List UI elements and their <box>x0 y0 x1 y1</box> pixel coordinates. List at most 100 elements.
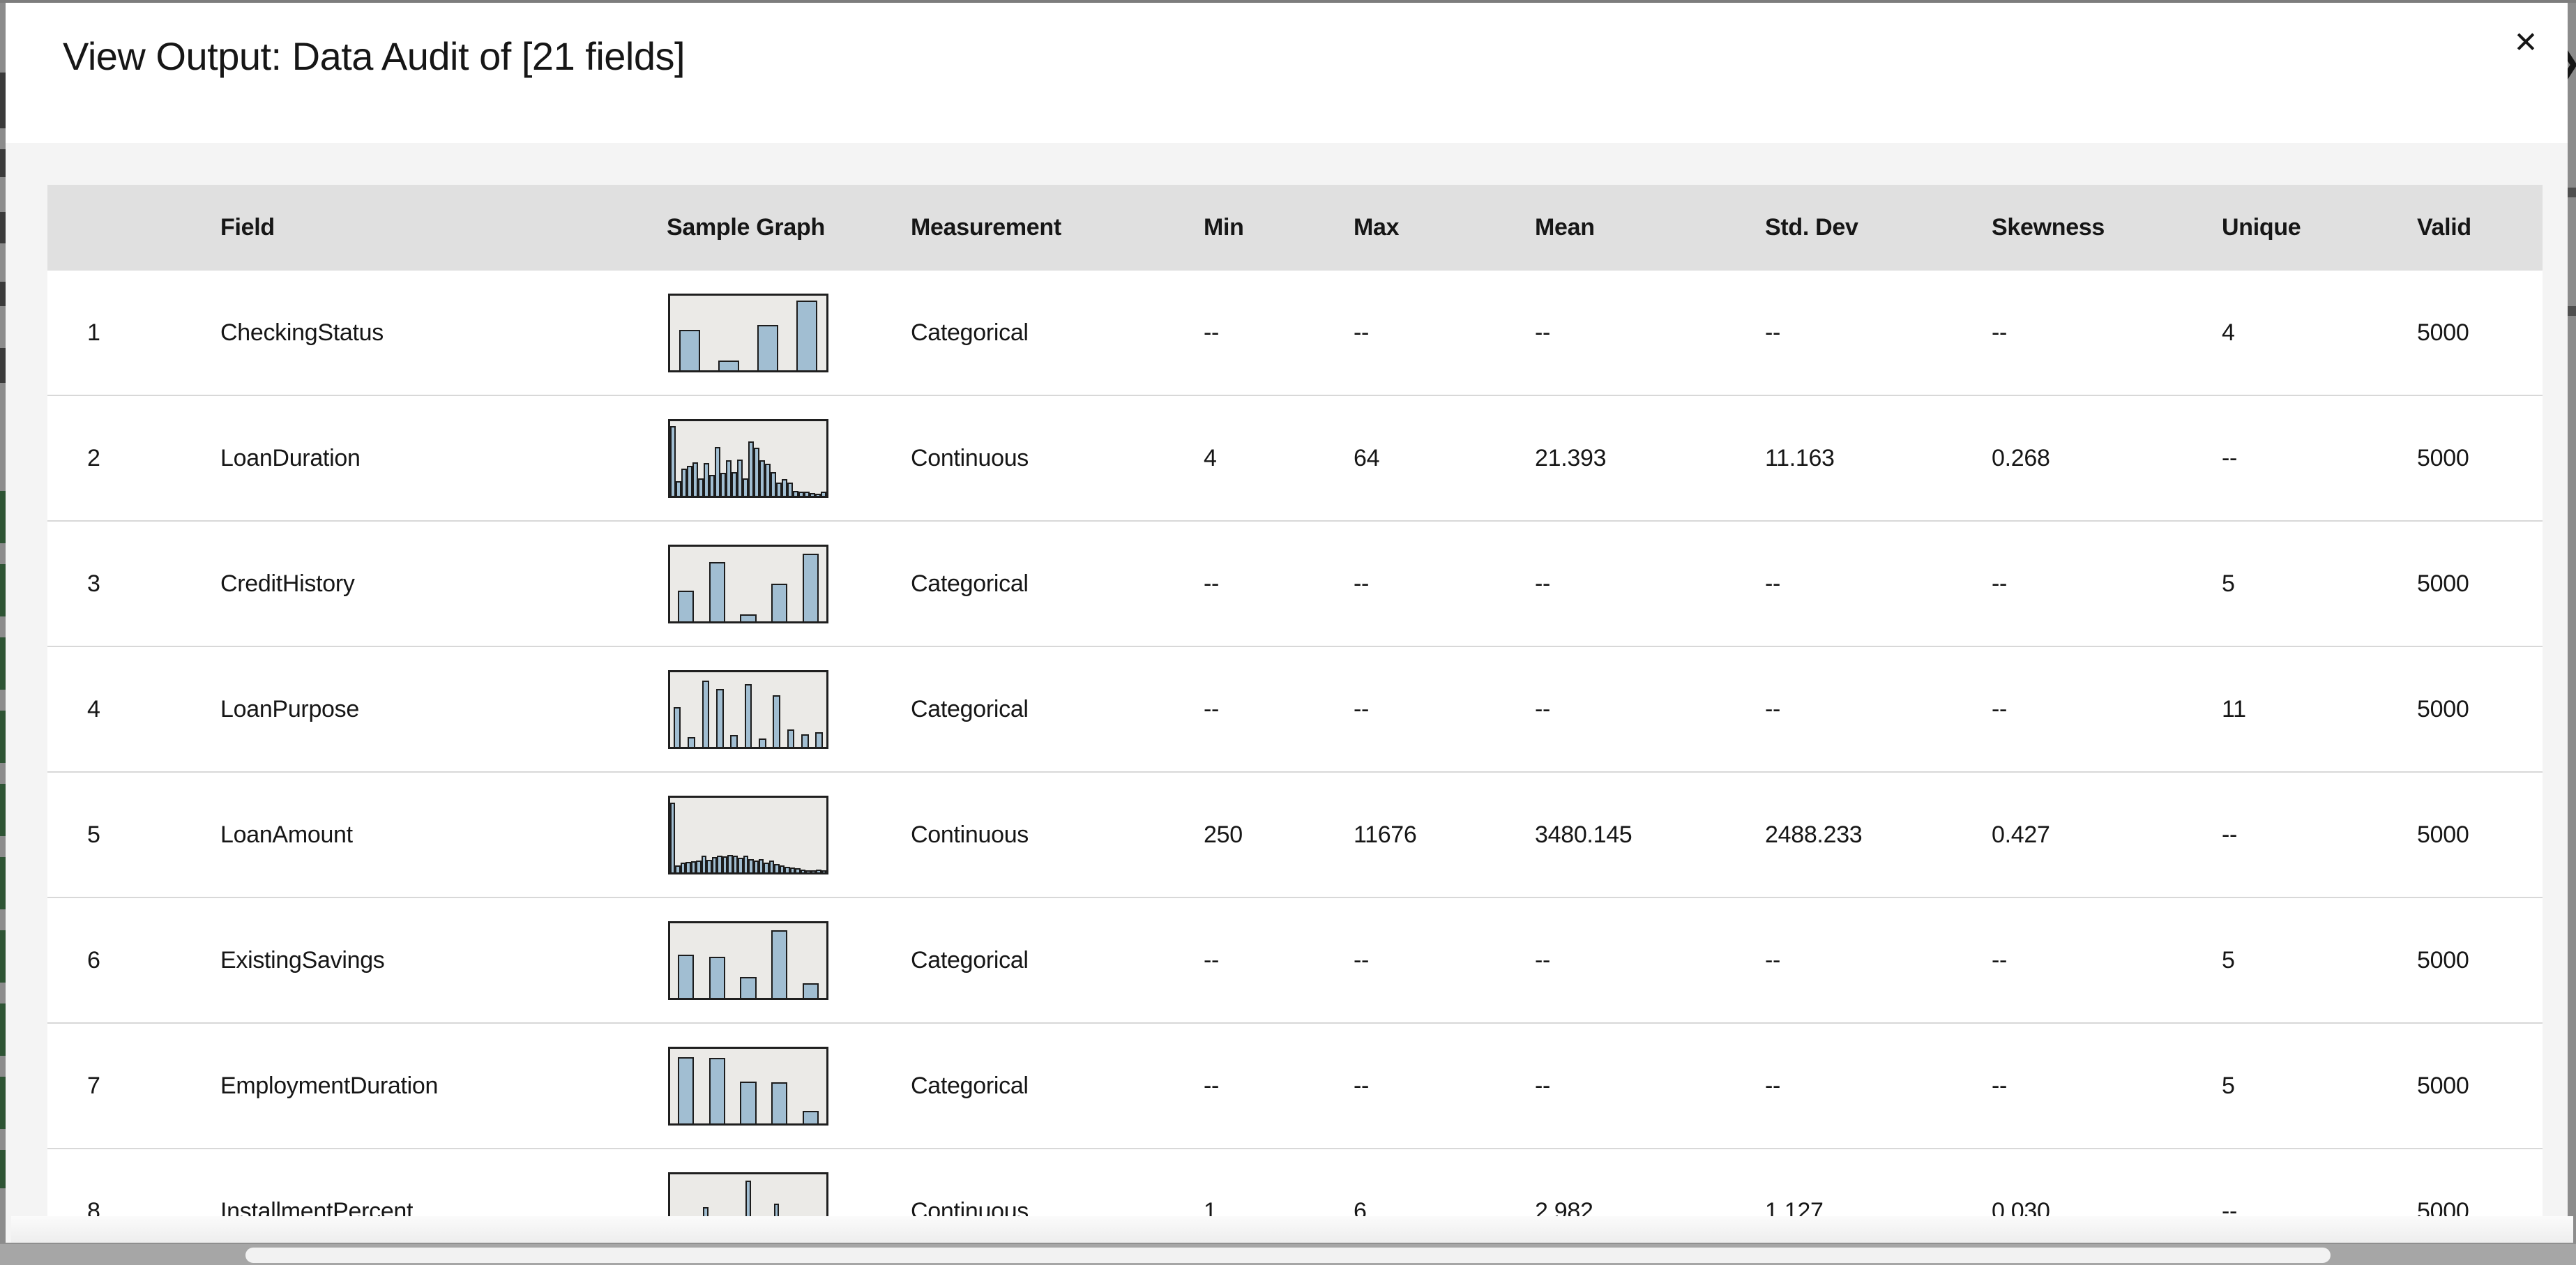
graph-bar-slot <box>798 672 812 747</box>
background-fragment <box>0 212 6 243</box>
table-row-LoanDuration: 2 LoanDuration Continuous 4 64 21.393 11.163 0.… <box>47 395 2543 520</box>
graph-bar-slot <box>812 1174 826 1217</box>
cell-std_dev: 2488.233 <box>1765 821 1863 848</box>
cell-measurement: Continuous <box>911 444 1029 471</box>
graph-bar <box>709 1057 725 1123</box>
graph-bar-slot <box>800 798 806 872</box>
graph-bar-slot <box>670 672 684 747</box>
cell-std_dev: -- <box>1765 1072 1781 1099</box>
graph-bar-slot <box>810 421 815 496</box>
cell-num: 4 <box>87 695 100 722</box>
graph-bar <box>753 860 759 872</box>
graph-bar <box>688 736 695 747</box>
cell-measurement: Continuous <box>911 821 1029 848</box>
graph-bar <box>709 561 725 621</box>
graph-bar-slot <box>727 1174 741 1217</box>
cell-valid: 5000 <box>2417 570 2469 597</box>
cell-num: 6 <box>87 946 100 974</box>
graph-bar-slot <box>684 1174 698 1217</box>
graph-bar <box>798 491 804 496</box>
graph-bar-slot <box>685 798 691 872</box>
graph-bar-slot <box>741 672 755 747</box>
graph-bar <box>774 863 780 872</box>
graph-bar <box>748 441 754 496</box>
modal-header: View Output: Data Audit of [21 fields] ✕ <box>6 3 2568 143</box>
graph-bar-slot <box>748 421 754 496</box>
graph-bar <box>706 859 712 872</box>
sample-graph-cell <box>656 921 900 1000</box>
background-fragment-green <box>0 784 6 836</box>
cell-valid: 5000 <box>2417 444 2469 471</box>
graph-bar <box>748 858 754 872</box>
sample-graph-cell <box>656 1046 900 1126</box>
cell-std_dev: 1.127 <box>1765 1197 1824 1217</box>
cell-max: -- <box>1354 1072 1370 1099</box>
cell-field: LoanPurpose <box>220 695 359 722</box>
graph-bar-slot <box>670 1049 702 1123</box>
graph-bar-slot <box>782 421 787 496</box>
table-row-CreditHistory: 3 CreditHistory Categorical -- -- -- -- -- 5 5000 <box>47 520 2543 646</box>
graph-bar-slot <box>764 1049 795 1123</box>
cell-mean: -- <box>1535 570 1551 597</box>
graph-bar <box>774 1203 780 1216</box>
cell-std_dev: -- <box>1765 319 1781 346</box>
cell-num: 1 <box>87 319 100 346</box>
graph-bar <box>744 683 752 747</box>
cell-measurement: Categorical <box>911 695 1029 722</box>
graph-bar-slot <box>821 798 827 872</box>
table-row-InstallmentPercent: 8 InstallmentPercent Continuous 1 6 2.982 1.12… <box>47 1148 2543 1216</box>
close-icon[interactable]: ✕ <box>2503 20 2548 64</box>
graph-bar <box>782 478 787 496</box>
graph-bar <box>717 855 722 872</box>
graph-bar <box>676 480 681 496</box>
graph-bar <box>696 860 702 872</box>
graph-bar-slot <box>764 547 795 621</box>
sample-graph-cell <box>656 544 900 623</box>
sample-graph-cell <box>656 1172 900 1217</box>
cell-skewness: -- <box>1992 1072 2008 1099</box>
graph-bar <box>704 462 709 496</box>
cell-mean: -- <box>1535 1072 1551 1099</box>
cell-skewness: -- <box>1992 946 2008 974</box>
cell-skewness: -- <box>1992 695 2008 722</box>
graph-bar-slot <box>720 421 726 496</box>
cell-min: 250 <box>1204 821 1243 848</box>
graph-bar-slot <box>768 798 775 872</box>
table-row-CheckingStatus: 1 CheckingStatus Categorical -- -- -- -- -- 4 500… <box>47 271 2543 395</box>
sample-graph-EmploymentDuration <box>668 1046 828 1126</box>
graph-bar-slot <box>699 1174 713 1216</box>
graph-bar-slot <box>774 798 780 872</box>
graph-bar-slot <box>717 798 722 872</box>
column-header-mean: Mean <box>1535 214 1595 241</box>
horizontal-scrollbar-thumb[interactable] <box>245 1248 2331 1263</box>
cell-min: -- <box>1204 319 1220 346</box>
background-fragment-green <box>0 1150 6 1188</box>
background-fragment-green <box>0 637 6 690</box>
graph-bar-slot <box>675 798 681 872</box>
graph-bar <box>802 1110 819 1123</box>
sample-graph-LoanDuration <box>668 418 828 498</box>
graph-bar-slot <box>770 1174 784 1216</box>
graph-bar <box>730 734 738 747</box>
graph-bar-slot <box>787 296 826 370</box>
graph-bar <box>740 976 757 998</box>
background-fragment <box>2568 306 2576 316</box>
background-fragment-green <box>0 564 6 616</box>
graph-bar <box>726 460 732 496</box>
background-fragment-green <box>0 711 6 763</box>
graph-bar-slot <box>738 798 743 872</box>
graph-bar-slot <box>702 923 733 998</box>
cell-skewness: 0.427 <box>1992 821 2050 848</box>
graph-bar <box>765 463 771 496</box>
cell-max: 64 <box>1354 444 1380 471</box>
horizontal-scrollbar-track[interactable] <box>0 1243 2576 1265</box>
graph-bar <box>732 471 737 496</box>
graph-bar <box>800 869 806 872</box>
graph-bar-slot <box>733 1049 764 1123</box>
graph-bar-slot <box>709 296 748 370</box>
graph-bar-slot <box>699 672 713 747</box>
sample-graph-cell <box>656 418 900 498</box>
cell-valid: 5000 <box>2417 946 2469 974</box>
background-fragment <box>0 73 6 128</box>
graph-bar <box>727 854 733 872</box>
